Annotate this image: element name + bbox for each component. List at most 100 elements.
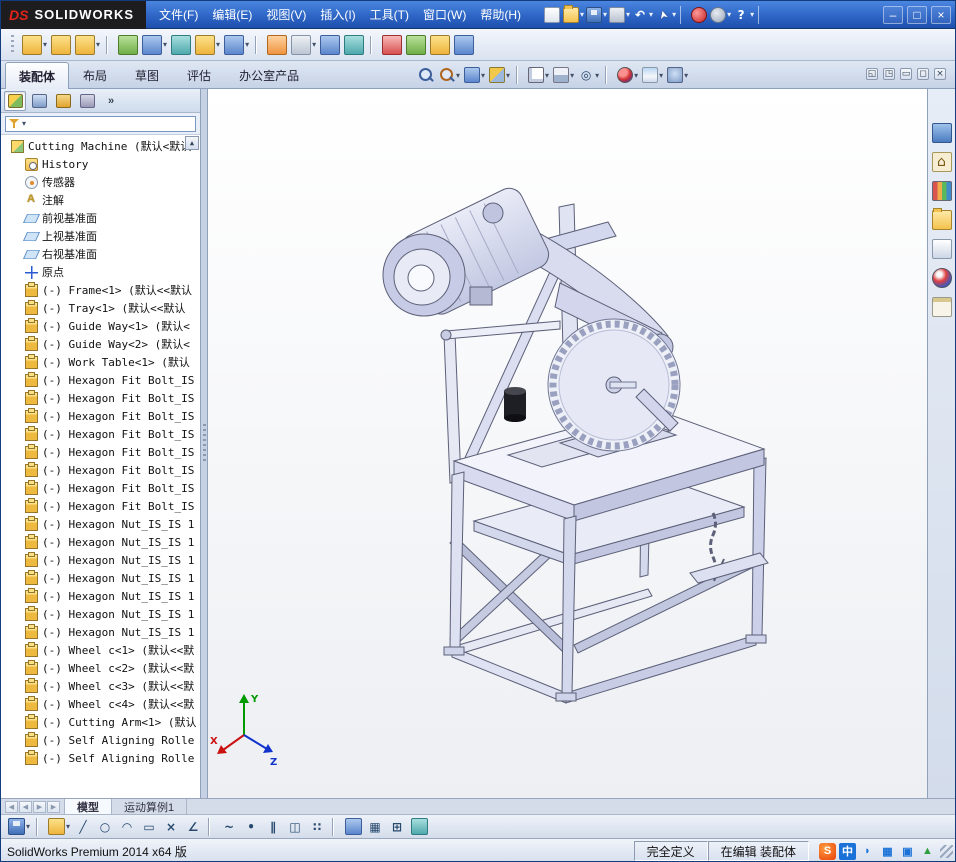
tree-item[interactable]: (-) Hexagon Nut_IS_IS 1 [3, 551, 200, 569]
ime-toolbox-icon[interactable]: ▣ [899, 843, 916, 860]
section-view-icon[interactable] [488, 64, 511, 86]
panel-splitter[interactable] [201, 89, 208, 798]
tab-assembly[interactable]: 装配体 [5, 62, 70, 89]
menu-tools[interactable]: 工具(T) [363, 2, 416, 27]
home-icon[interactable]: ⌂ [931, 150, 953, 174]
tree-item[interactable]: (-) Hexagon Fit Bolt_IS [3, 407, 200, 425]
quick-snaps-icon[interactable]: ⊞ [387, 816, 407, 838]
tab-layout[interactable]: 布局 [69, 61, 121, 88]
assembly-features-icon[interactable] [194, 34, 221, 56]
tree-item[interactable]: (-) Wheel c<2> (默认<<默 [3, 659, 200, 677]
zoom-to-fit-icon[interactable] [416, 64, 436, 86]
propertymanager-tab[interactable] [28, 91, 50, 111]
tree-item[interactable]: (-) Hexagon Fit Bolt_IS [3, 497, 200, 515]
tree-item[interactable]: (-) Self Aligning Rolle [3, 731, 200, 749]
tree-item[interactable]: (-) Hexagon Fit Bolt_IS [3, 389, 200, 407]
tree-scroll-up-button[interactable]: ▲ [185, 136, 199, 150]
tree-item[interactable]: (-) Guide Way<1> (默认< [3, 317, 200, 335]
tree-item[interactable]: (-) Hexagon Fit Bolt_IS [3, 425, 200, 443]
tree-item[interactable]: (-) Cutting Arm<1> (默认 [3, 713, 200, 731]
graphics-area[interactable]: Y X Z [208, 89, 927, 798]
menu-view[interactable]: 视图(V) [259, 2, 313, 27]
shaded-sketch-contours-icon[interactable] [409, 816, 429, 838]
scroll-prev-button[interactable]: ◀ [19, 800, 32, 813]
dock-pane-left-icon[interactable]: ◱ [865, 67, 879, 81]
view-palette-icon[interactable] [931, 237, 953, 261]
menu-insert[interactable]: 插入(I) [313, 2, 362, 27]
reference-geometry-icon[interactable] [223, 34, 250, 56]
smart-fasteners-icon[interactable] [117, 34, 139, 56]
tree-item[interactable]: (-) Guide Way<2> (默认< [3, 335, 200, 353]
ime-keyboard-icon[interactable]: ▦ [879, 843, 896, 860]
edit-appearance-icon[interactable] [616, 64, 639, 86]
dimxpertmanager-tab[interactable] [76, 91, 98, 111]
instant3d-icon[interactable] [453, 34, 475, 56]
interference-detection-icon[interactable] [381, 34, 403, 56]
scroll-first-button[interactable]: ◀ [5, 800, 18, 813]
tab-evaluate[interactable]: 评估 [173, 61, 225, 88]
linear-sketch-pattern-icon[interactable]: ∷ [307, 816, 327, 838]
more-tabs-icon[interactable]: » [108, 95, 114, 107]
select-icon[interactable]: ➤ [654, 4, 677, 26]
sketch-icon[interactable] [47, 816, 71, 838]
minimize-button[interactable]: – [883, 5, 903, 24]
tree-item[interactable]: (-) Hexagon Nut_IS_IS 1 [3, 515, 200, 533]
hide-show-items-icon[interactable]: ◎ [577, 64, 600, 86]
tree-item[interactable]: (-) Frame<1> (默认<<默认 [3, 281, 200, 299]
view-orientation-icon[interactable] [527, 64, 550, 86]
tree-item[interactable]: (-) Hexagon Nut_IS_IS 1 [3, 569, 200, 587]
tab-model[interactable]: 模型 [65, 799, 112, 814]
exploded-view-icon[interactable] [319, 34, 341, 56]
spline-icon[interactable]: ~ [219, 816, 239, 838]
point-icon[interactable]: • [241, 816, 261, 838]
show-hidden-components-icon[interactable] [170, 34, 192, 56]
tree-item[interactable]: 上视基准面 [3, 227, 200, 245]
menu-edit[interactable]: 编辑(E) [205, 2, 259, 27]
tray-more-icon[interactable]: ▲ [919, 843, 936, 860]
tree-item[interactable]: (-) Work Table<1> (默认 [3, 353, 200, 371]
close-commandmanager-icon[interactable]: × [933, 67, 947, 81]
line-icon[interactable]: ╱ [73, 816, 93, 838]
rebuild-icon[interactable] [689, 4, 709, 26]
help-icon[interactable]: ? [732, 4, 755, 26]
mate-icon[interactable] [50, 34, 72, 56]
take-snapshot-icon[interactable] [429, 34, 451, 56]
zoom-to-area-icon[interactable] [438, 64, 461, 86]
dock-pane-right-icon[interactable]: ◳ [882, 67, 896, 81]
solidworks-resources-icon[interactable] [931, 121, 953, 145]
tree-item[interactable]: (-) Tray<1> (默认<<默认 [3, 299, 200, 317]
design-library-icon[interactable] [931, 179, 953, 203]
tree-item[interactable]: 右视基准面 [3, 245, 200, 263]
scroll-last-button[interactable]: ▶ [47, 800, 60, 813]
bill-of-materials-icon[interactable] [290, 34, 317, 56]
scroll-next-button[interactable]: ▶ [33, 800, 46, 813]
trim-entities-icon[interactable]: × [161, 816, 181, 838]
mirror-entities-icon[interactable]: ◫ [285, 816, 305, 838]
configurationmanager-tab[interactable] [52, 91, 74, 111]
resize-grip[interactable] [940, 844, 953, 858]
menu-file[interactable]: 文件(F) [152, 2, 205, 27]
ime-crescent-icon[interactable]: ◗ [859, 843, 876, 860]
tree-item[interactable]: (-) Hexagon Nut_IS_IS 1 [3, 605, 200, 623]
assembly-xpert-icon[interactable] [405, 34, 427, 56]
menu-window[interactable]: 窗口(W) [416, 2, 473, 27]
undo-icon[interactable]: ↶ [631, 4, 654, 26]
featuremanager-tab[interactable] [4, 90, 26, 111]
open-document-icon[interactable] [562, 4, 585, 26]
print-icon[interactable] [608, 4, 631, 26]
tree-item[interactable]: (-) Hexagon Nut_IS_IS 1 [3, 623, 200, 641]
tree-item[interactable]: (-) Wheel c<4> (默认<<默 [3, 695, 200, 713]
linear-component-pattern-icon[interactable] [74, 34, 101, 56]
tree-item[interactable]: (-) Hexagon Fit Bolt_IS [3, 371, 200, 389]
tree-item[interactable]: History [3, 155, 200, 173]
save-icon[interactable] [7, 816, 31, 838]
move-component-icon[interactable] [141, 34, 168, 56]
new-document-icon[interactable] [542, 4, 562, 26]
tree-item[interactable]: (-) Wheel c<1> (默认<<默 [3, 641, 200, 659]
tree-item[interactable]: (-) Hexagon Fit Bolt_IS [3, 479, 200, 497]
offset-entities-icon[interactable]: ∥ [263, 816, 283, 838]
display-style-icon[interactable] [552, 64, 575, 86]
collapse-commandmanager-icon[interactable]: ▭ [899, 67, 913, 81]
insert-components-icon[interactable] [21, 34, 48, 56]
tree-root[interactable]: Cutting Machine (默认<默认 [3, 137, 200, 155]
